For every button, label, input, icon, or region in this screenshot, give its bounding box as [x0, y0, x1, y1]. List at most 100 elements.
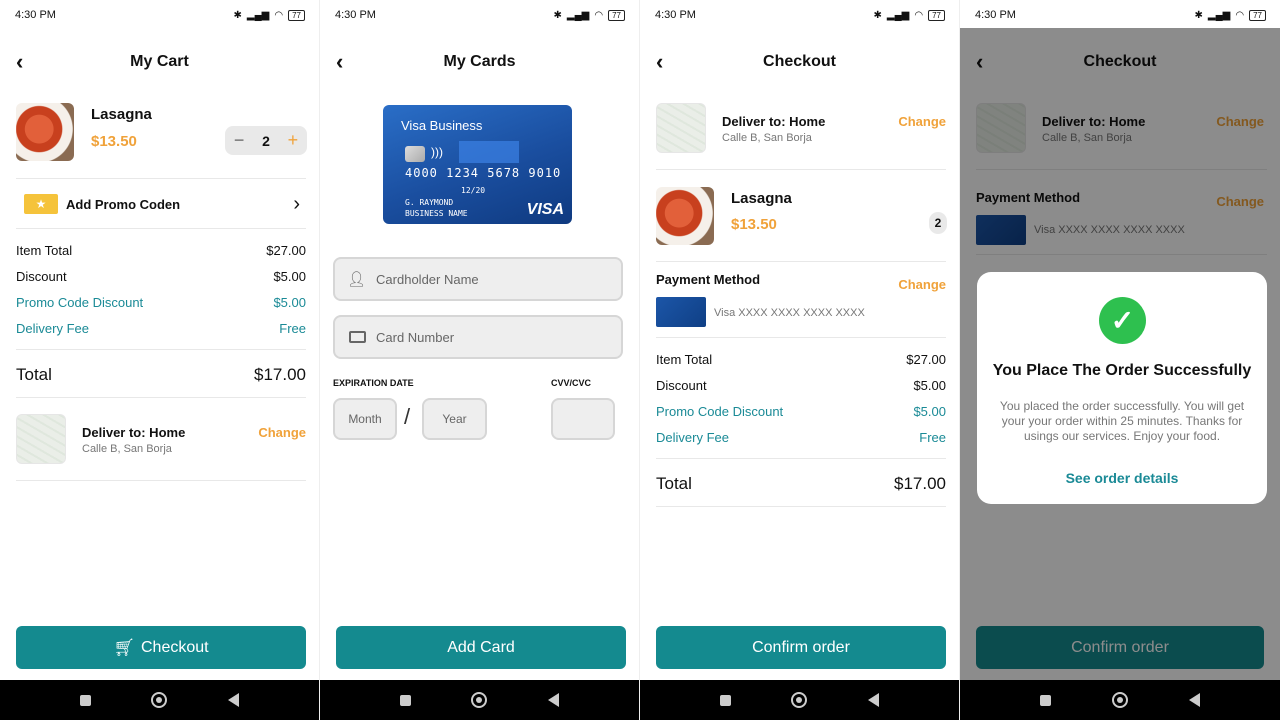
summary-label: Item Total: [656, 352, 713, 367]
back-nav-icon[interactable]: [1188, 693, 1200, 707]
home-icon[interactable]: [791, 692, 808, 708]
success-screen: 4:30 PM ✱ ▂▄▆ ◠ 77 ‹ Checkout Deliver to…: [960, 0, 1280, 720]
promo-code-row[interactable]: ★ Add Promo Coden ›: [16, 190, 306, 218]
summary-row: Discount $5.00: [656, 378, 946, 393]
see-order-details-link[interactable]: See order details: [977, 470, 1267, 486]
battery-icon: 77: [288, 9, 305, 21]
card-business: BUSINESS NAME: [405, 209, 468, 218]
total-value: $17.00: [254, 365, 306, 384]
cart-screen: 4:30 PM ✱ ▂▄▆ ◠ 77 ‹ My Cart Lasagna $13…: [0, 0, 320, 720]
recent-apps-icon[interactable]: [720, 694, 732, 706]
summary-label: Promo Code Discount: [16, 295, 144, 310]
status-bar: 4:30 PM ✱ ▂▄▆ ◠ 77: [320, 0, 639, 30]
dialog-title: You Place The Order Successfully: [992, 362, 1252, 379]
back-arrow-icon[interactable]: ‹: [336, 51, 356, 73]
status-time: 4:30 PM: [975, 9, 1016, 21]
cvv-input[interactable]: [551, 398, 615, 440]
date-separator: /: [404, 404, 411, 429]
status-icons: ✱ ▂▄▆ ◠ 77: [233, 9, 305, 21]
divider: [656, 458, 946, 459]
cardholder-name-input[interactable]: 👤︎ Cardholder Name: [333, 257, 623, 301]
ticket-icon: ★: [24, 194, 58, 214]
summary-label: Delivery Fee: [16, 321, 89, 336]
dialog-body: You placed the order successfully. You w…: [999, 399, 1245, 443]
recent-apps-icon[interactable]: [1040, 694, 1052, 706]
deliver-address: Calle B, San Borja: [722, 132, 812, 144]
page-title: My Cart: [130, 53, 189, 70]
android-nav-bar: [0, 680, 319, 720]
status-time: 4:30 PM: [655, 9, 696, 21]
summary-row: Delivery Fee Free: [16, 321, 306, 336]
summary-label: Item Total: [16, 243, 73, 258]
battery-icon: 77: [928, 9, 945, 21]
summary-value: $27.00: [906, 352, 946, 367]
change-payment-link[interactable]: Change: [898, 277, 946, 292]
back-arrow-icon[interactable]: ‹: [656, 51, 676, 73]
status-bar: 4:30 PM ✱ ▂▄▆ ◠ 77: [0, 0, 319, 30]
summary-value: $5.00: [273, 269, 306, 284]
deliver-title: Deliver to: Home: [722, 114, 826, 129]
minus-icon[interactable]: −: [234, 130, 245, 151]
user-icon: 👤︎: [347, 271, 367, 288]
checkout-header: ‹ Checkout: [640, 44, 959, 80]
home-icon[interactable]: [471, 692, 488, 708]
bluetooth-icon: ✱: [233, 9, 242, 21]
back-arrow-icon[interactable]: ‹: [16, 51, 36, 73]
total-label: Total: [16, 365, 52, 384]
contactless-icon: ))): [431, 145, 443, 159]
item-name: Lasagna: [91, 106, 152, 123]
summary-value: $5.00: [913, 404, 946, 419]
change-address-link[interactable]: Change: [258, 425, 306, 440]
back-nav-icon[interactable]: [227, 693, 239, 707]
android-nav-bar: [960, 680, 1280, 720]
summary-label: Delivery Fee: [656, 430, 729, 445]
summary-row: Promo Code Discount $5.00: [16, 295, 306, 310]
add-card-label: Add Card: [447, 638, 515, 656]
total-label: Total: [656, 474, 692, 493]
checkout-button[interactable]: 🛒︎ Checkout: [16, 626, 306, 669]
status-icons: ✱ ▂▄▆ ◠ 77: [1195, 9, 1266, 21]
back-nav-icon[interactable]: [547, 693, 559, 707]
month-input[interactable]: Month: [333, 398, 397, 440]
status-bar: 4:30 PM ✱ ▂▄▆ ◠ 77: [960, 0, 1280, 30]
lasagna-image: [656, 187, 714, 245]
item-price: $13.50: [91, 133, 137, 150]
signal-icon: ▂▄▆: [566, 9, 590, 21]
cart-header: ‹ My Cart: [0, 44, 319, 80]
divider: [656, 337, 946, 338]
home-icon[interactable]: [1111, 692, 1128, 708]
credit-card-icon: [349, 331, 366, 343]
page-title: My Cards: [443, 53, 516, 70]
signal-icon: ▂▄▆: [246, 9, 270, 21]
quantity-value: 2: [262, 132, 270, 149]
item-price: $13.50: [731, 216, 777, 233]
signal-icon: ▂▄▆: [886, 9, 910, 21]
visa-card[interactable]: Visa Business ))) 4000 1234 5678 9010 12…: [383, 105, 572, 224]
card-number-input[interactable]: Card Number: [333, 315, 623, 359]
cvv-label: CVV/CVC: [551, 378, 592, 388]
recent-apps-icon[interactable]: [400, 694, 412, 706]
add-card-button[interactable]: Add Card: [336, 626, 626, 669]
summary-value: Free: [919, 430, 946, 445]
year-input[interactable]: Year: [422, 398, 487, 440]
cards-header: ‹ My Cards: [320, 44, 639, 80]
home-icon[interactable]: [151, 692, 168, 708]
chevron-right-icon: ›: [293, 192, 300, 215]
checkout-screen: 4:30 PM ✱ ▂▄▆ ◠ 77 ‹ Checkout Deliver to…: [640, 0, 960, 720]
change-address-link[interactable]: Change: [898, 114, 946, 129]
back-nav-icon[interactable]: [867, 693, 879, 707]
summary-label: Discount: [656, 378, 707, 393]
card-brand-line: Visa Business: [401, 118, 483, 133]
lasagna-image: [16, 103, 74, 161]
item-name: Lasagna: [731, 190, 792, 207]
recent-apps-icon[interactable]: [80, 694, 92, 706]
wifi-icon: ◠: [914, 9, 924, 21]
card-number: 4000 1234 5678 9010: [405, 166, 562, 180]
page-title: Checkout: [763, 53, 836, 70]
confirm-order-button[interactable]: Confirm order: [656, 626, 946, 669]
summary-value: Free: [279, 321, 306, 336]
signal-icon: ▂▄▆: [1207, 9, 1231, 21]
divider: [656, 169, 946, 170]
plus-icon[interactable]: +: [288, 130, 299, 151]
card-number-placeholder: Card Number: [376, 329, 455, 345]
